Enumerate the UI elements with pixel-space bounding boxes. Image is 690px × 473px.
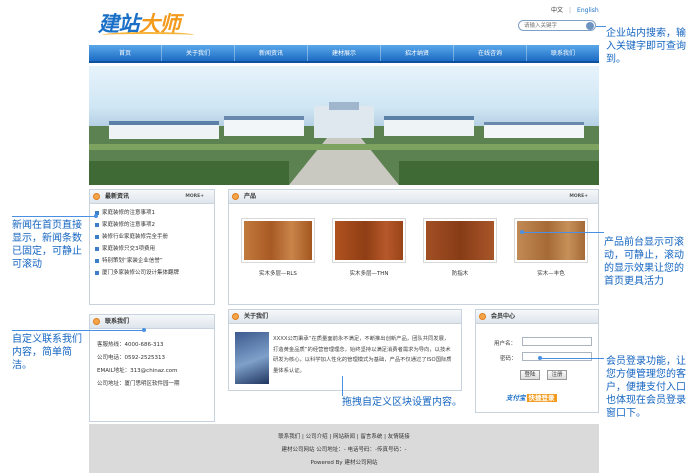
member-panel: 会员中心 用户名： 密码： 登陆 注册 支付宝 快捷登录 xyxy=(475,309,599,413)
square-bullet-icon xyxy=(95,270,99,275)
footer-info: 建材公司网站 公司地址：- 电话号码：-传真号码：- xyxy=(281,447,407,453)
alipay-logo-text: 支付宝 xyxy=(506,394,526,402)
news-item[interactable]: 装修行业家庭装修完全手册 xyxy=(95,231,214,243)
square-bullet-icon xyxy=(95,222,99,227)
product-name[interactable]: 实木多层—THN xyxy=(332,269,406,277)
annotation-line xyxy=(12,216,96,217)
contact-address: 公司地址：厦门思明区软件园一期 xyxy=(97,381,180,387)
product-name[interactable]: 防指木 xyxy=(423,269,497,277)
nav-item-home[interactable]: 首页 xyxy=(89,45,162,61)
register-button[interactable]: 注册 xyxy=(547,370,567,380)
annotation-search: 企业站内搜索，输入关键字即可查询到。 xyxy=(606,28,686,65)
annotation-product: 产品前台显示可滚动，可静止，滚动的显示效果让您的首页更具活力 xyxy=(604,237,684,287)
nav-item-jobs[interactable]: 招才纳贤 xyxy=(381,45,454,61)
news-panel-title: 最新资讯 xyxy=(105,193,130,200)
product-thumb[interactable] xyxy=(514,218,588,263)
news-item[interactable]: 特别策划“家装企业信誉” xyxy=(95,255,214,267)
nav-item-news[interactable]: 新闻资讯 xyxy=(235,45,308,61)
login-button[interactable]: 登陆 xyxy=(520,370,540,380)
news-list: 家庭装修的注意事项1 家庭装修的注意事项2 装修行业家庭装修完全手册 家庭装修只… xyxy=(90,204,214,279)
annotation-line xyxy=(522,232,604,233)
password-label: 密码： xyxy=(500,356,517,362)
site-search xyxy=(518,20,596,31)
annotation-dot xyxy=(94,214,98,218)
products-panel-title: 产品 xyxy=(244,193,257,200)
nav-item-contact[interactable]: 联系我们 xyxy=(527,45,599,61)
nav-item-products[interactable]: 建材展示 xyxy=(308,45,381,61)
news-item[interactable]: 家庭装修只交3项费用 xyxy=(95,243,214,255)
about-panel-header: 关于我们 xyxy=(229,310,461,324)
main-nav: 首页 关于我们 新闻资讯 建材展示 招才纳贤 在线咨询 联系我们 xyxy=(89,45,599,63)
bullet-icon xyxy=(93,193,100,200)
nav-item-consult[interactable]: 在线咨询 xyxy=(454,45,527,61)
product-image xyxy=(517,221,585,260)
username-input[interactable] xyxy=(522,337,592,346)
product-image xyxy=(244,221,312,260)
lang-separator: | xyxy=(569,7,572,14)
nav-item-about[interactable]: 关于我们 xyxy=(162,45,235,61)
lang-zh-link[interactable]: 中文 xyxy=(551,7,563,14)
contact-panel-header: 联系我们 xyxy=(90,315,214,329)
quick-login-text: 快捷登录 xyxy=(526,394,557,402)
site-footer: 联系我们 | 公司介绍 | 网站新闻 | 留言系统 | 友情链接 建材公司网站 … xyxy=(89,424,599,473)
contact-panel-title: 联系我们 xyxy=(105,318,130,325)
username-label: 用户名： xyxy=(494,341,517,347)
lang-en-link[interactable]: English xyxy=(577,7,599,14)
bullet-icon xyxy=(479,313,486,320)
bullet-icon xyxy=(232,313,239,320)
annotation-dot xyxy=(142,328,146,332)
product-thumb[interactable] xyxy=(332,218,406,263)
product-thumb[interactable] xyxy=(241,218,315,263)
logo-swoosh xyxy=(102,32,194,38)
contact-hotline: 客服热线：4000-686-313 xyxy=(97,342,164,348)
annotation-line xyxy=(342,376,343,396)
product-name[interactable]: 实木—丰色 xyxy=(514,269,588,277)
about-image xyxy=(235,332,269,384)
search-icon[interactable] xyxy=(586,22,594,30)
bullet-icon xyxy=(232,193,239,200)
annotation-member: 会员登录功能，让您方便管理您的客户，便捷支付入口也体现在会员登录窗口下。 xyxy=(606,356,686,419)
annotation-line xyxy=(540,358,604,359)
annotation-line xyxy=(596,26,606,27)
square-bullet-icon xyxy=(95,258,99,263)
banner-image xyxy=(89,66,599,185)
annotation-contact: 自定义联系我们内容，简单简洁。 xyxy=(12,334,82,371)
contact-email[interactable]: EMAIL地址：313@chinaz.com xyxy=(90,365,214,378)
language-switch: 中文 | English xyxy=(548,5,602,14)
alipay-quick-login-button[interactable]: 支付宝 快捷登录 xyxy=(506,392,557,403)
search-input[interactable] xyxy=(519,21,581,31)
password-input[interactable] xyxy=(522,352,592,361)
products-more-link[interactable]: MORE+ xyxy=(569,190,588,204)
news-panel: 最新资讯 MORE+ 家庭装修的注意事项1 家庭装修的注意事项2 装修行业家庭装… xyxy=(89,189,215,305)
about-text: XXXX公司秉承“在质量面前永不满足，不断推出创新产品，团队共同发展，打造黄金品… xyxy=(273,336,452,374)
news-item[interactable]: 厦门多家装修公司设计集体翻牌 xyxy=(95,267,214,279)
member-panel-header: 会员中心 xyxy=(476,310,598,324)
product-image xyxy=(335,221,403,260)
site-logo[interactable]: 建站大师 xyxy=(98,8,208,38)
factory-illustration xyxy=(89,102,599,185)
about-panel: 关于我们 XXXX公司秉承“在质量面前永不满足，不断推出创新产品，团队共同发展，… xyxy=(228,309,462,391)
footer-powered: Powered By 建材公司网站 xyxy=(310,460,378,466)
news-more-link[interactable]: MORE+ xyxy=(185,190,204,204)
products-panel: 产品 MORE+ 实木多层—RLS 实木多层—THN 防指木 实木—丰色 xyxy=(228,189,599,305)
contact-phone: 公司电话：0592-2525313 xyxy=(97,355,165,361)
bullet-icon xyxy=(93,318,100,325)
annotation-line xyxy=(12,330,144,331)
square-bullet-icon xyxy=(95,246,99,251)
news-item[interactable]: 家庭装修的注意事项1 xyxy=(95,207,214,219)
products-panel-header: 产品 MORE+ xyxy=(229,190,598,204)
about-panel-title: 关于我们 xyxy=(244,313,269,320)
product-thumb[interactable] xyxy=(423,218,497,263)
product-name[interactable]: 实木多层—RLS xyxy=(241,269,315,277)
annotation-news: 新闻在首页直接显示，新闻条数已固定，可静止可滚动 xyxy=(12,220,82,270)
annotation-dot xyxy=(538,356,542,360)
footer-links[interactable]: 联系我们 | 公司介绍 | 网站新闻 | 留言系统 | 友情链接 xyxy=(89,432,599,440)
news-item[interactable]: 家庭装修的注意事项2 xyxy=(95,219,214,231)
news-panel-header: 最新资讯 MORE+ xyxy=(90,190,214,204)
member-panel-title: 会员中心 xyxy=(491,313,516,320)
annotation-about: 拖拽自定义区块设置内容。 xyxy=(342,397,462,408)
square-bullet-icon xyxy=(95,234,99,239)
annotation-dot xyxy=(520,230,524,234)
product-image xyxy=(426,221,494,260)
